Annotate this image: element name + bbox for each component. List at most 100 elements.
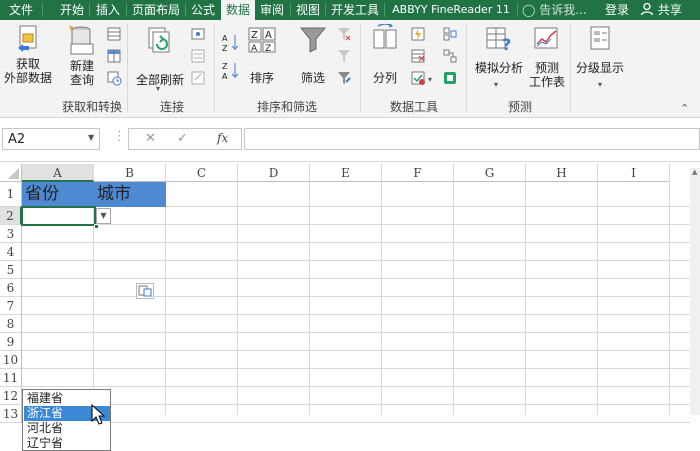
more-dots-icon: ⋮ [113, 129, 126, 144]
column-header-c[interactable]: C [166, 164, 238, 182]
show-queries-icon[interactable] [106, 26, 124, 42]
column-header-b[interactable]: B [94, 164, 166, 182]
cancel-icon[interactable]: ✕ [145, 131, 156, 146]
group-connections-label: 连接 [160, 100, 185, 114]
outline-button[interactable]: 分级显示 [574, 24, 626, 75]
cell-a1[interactable]: 省份 [22, 182, 94, 206]
tab-abbyy[interactable]: ABBYY FineReader 11 [386, 0, 516, 20]
row-header-7[interactable]: 7 [0, 297, 22, 315]
formula-input[interactable] [244, 128, 700, 150]
refresh-all-icon [148, 27, 170, 53]
forecast-sheet-button[interactable]: 预测 工作表 [527, 24, 567, 89]
scroll-up-icon[interactable]: ▲ [692, 168, 697, 176]
row-header-11[interactable]: 11 [0, 369, 22, 387]
svg-text:?: ? [502, 35, 511, 54]
text-to-columns-icon [373, 23, 397, 49]
tab-review[interactable]: 审阅 [256, 0, 288, 20]
row-header-13[interactable]: 13 [0, 405, 22, 423]
row-header-9[interactable]: 9 [0, 333, 22, 351]
remove-duplicates-icon[interactable] [410, 48, 428, 64]
name-box[interactable]: A2 ▼ [2, 128, 100, 150]
validation-list-item[interactable]: 辽宁省 [24, 436, 110, 451]
vertical-scrollbar[interactable]: ▲ [690, 168, 700, 415]
fill-handle[interactable] [94, 224, 99, 229]
consolidate-icon[interactable] [442, 26, 460, 42]
row-gridline [22, 404, 690, 405]
svg-text:Z: Z [251, 30, 258, 41]
tab-data[interactable]: 数据 [221, 0, 255, 20]
reapply-icon [336, 48, 354, 64]
column-header-i[interactable]: I [598, 164, 670, 182]
name-box-value: A2 [8, 132, 26, 147]
active-cell-a2[interactable] [21, 206, 96, 226]
tab-page-layout[interactable]: 页面布局 [128, 0, 184, 20]
data-validation-icon[interactable] [410, 70, 428, 86]
connections-icon[interactable] [190, 26, 208, 42]
insert-function-icon[interactable]: fx [217, 131, 228, 145]
column-header-g[interactable]: G [454, 164, 526, 182]
worksheet-grid[interactable]: ABCDEFGHI 1 2 3 4 5 6 7 8 9 10 11 12 13 省份 城市 ▼ 福建省浙… [0, 164, 700, 451]
relationships-icon[interactable] [442, 48, 460, 64]
tab-separator [325, 3, 326, 17]
row-header-10[interactable]: 10 [0, 351, 22, 369]
column-header-h[interactable]: H [526, 164, 598, 182]
svg-text:Z: Z [222, 44, 228, 53]
sort-button[interactable]: ZAAZ 排序 [246, 24, 278, 85]
advanced-filter-icon[interactable] [336, 70, 354, 86]
row-header-8[interactable]: 8 [0, 315, 22, 333]
validation-dropdown-button[interactable]: ▼ [96, 208, 111, 224]
sort-dialog-icon: Z AA Z [248, 27, 276, 54]
text-to-columns-label: 分列 [372, 71, 397, 85]
edit-links-icon [190, 70, 208, 86]
new-query-button[interactable]: 新建 查询 [60, 24, 104, 87]
tab-view[interactable]: 视图 [292, 0, 324, 20]
column-header-d[interactable]: D [238, 164, 310, 182]
new-query-icon [69, 26, 94, 55]
tab-insert[interactable]: 插入 [91, 0, 125, 20]
row-header-4[interactable]: 4 [0, 243, 22, 261]
select-all-corner[interactable] [0, 164, 22, 182]
what-if-analysis-button[interactable]: ? 模拟分析 [472, 24, 526, 75]
recent-sources-icon[interactable] [106, 70, 124, 86]
tab-developer[interactable]: 开发工具 [327, 0, 383, 20]
manage-data-model-icon[interactable] [442, 70, 460, 86]
sort-descending-icon[interactable]: ZA [221, 60, 241, 82]
paste-options-icon[interactable] [136, 283, 154, 299]
tell-me-box[interactable]: ◯ 告诉我... [522, 0, 594, 20]
column-header-a[interactable]: A [22, 164, 94, 182]
row-header-12[interactable]: 12 [0, 387, 22, 405]
forecast-label-2: 工作表 [528, 75, 565, 89]
row-header-1[interactable]: 1 [0, 182, 22, 207]
sort-ascending-icon[interactable]: AZ [221, 32, 241, 54]
group-separator [570, 24, 571, 112]
filter-label: 筛选 [300, 71, 325, 85]
svg-text:A: A [251, 44, 258, 54]
login-button[interactable]: 登录 [600, 0, 634, 20]
chevron-down-icon[interactable]: ▼ [88, 133, 94, 142]
column-header-f[interactable]: F [382, 164, 454, 182]
tab-file[interactable]: 文件 [0, 0, 42, 20]
row-header-3[interactable]: 3 [0, 225, 22, 243]
refresh-all-button[interactable]: 全部刷新 [134, 24, 186, 87]
forecast-label-1: 预测 [534, 61, 559, 75]
from-table-icon[interactable] [106, 48, 124, 64]
row-header-5[interactable]: 5 [0, 261, 22, 279]
row-header-6[interactable]: 6 [0, 279, 22, 297]
share-button[interactable]: 共享 [640, 0, 698, 20]
flash-fill-icon[interactable] [410, 26, 428, 42]
enter-icon[interactable]: ✓ [177, 131, 188, 146]
text-to-columns-button[interactable]: 分列 [366, 23, 404, 85]
forecast-chart-icon [534, 27, 558, 49]
column-header-e[interactable]: E [310, 164, 382, 182]
svg-text:A: A [265, 30, 272, 41]
tab-separator [517, 3, 518, 17]
tab-home[interactable]: 开始 [55, 0, 89, 20]
filter-button[interactable]: 筛选 [295, 24, 331, 85]
cell-b1[interactable]: 城市 [94, 182, 166, 206]
row-gridline [22, 260, 690, 261]
tab-formulas[interactable]: 公式 [187, 0, 219, 20]
row-header-2[interactable]: 2 [0, 207, 22, 225]
collapse-ribbon-icon[interactable]: ⌃ [680, 102, 689, 115]
group-get-transform-label: 获取和转换 [62, 100, 123, 114]
outline-label: 分级显示 [575, 61, 624, 75]
